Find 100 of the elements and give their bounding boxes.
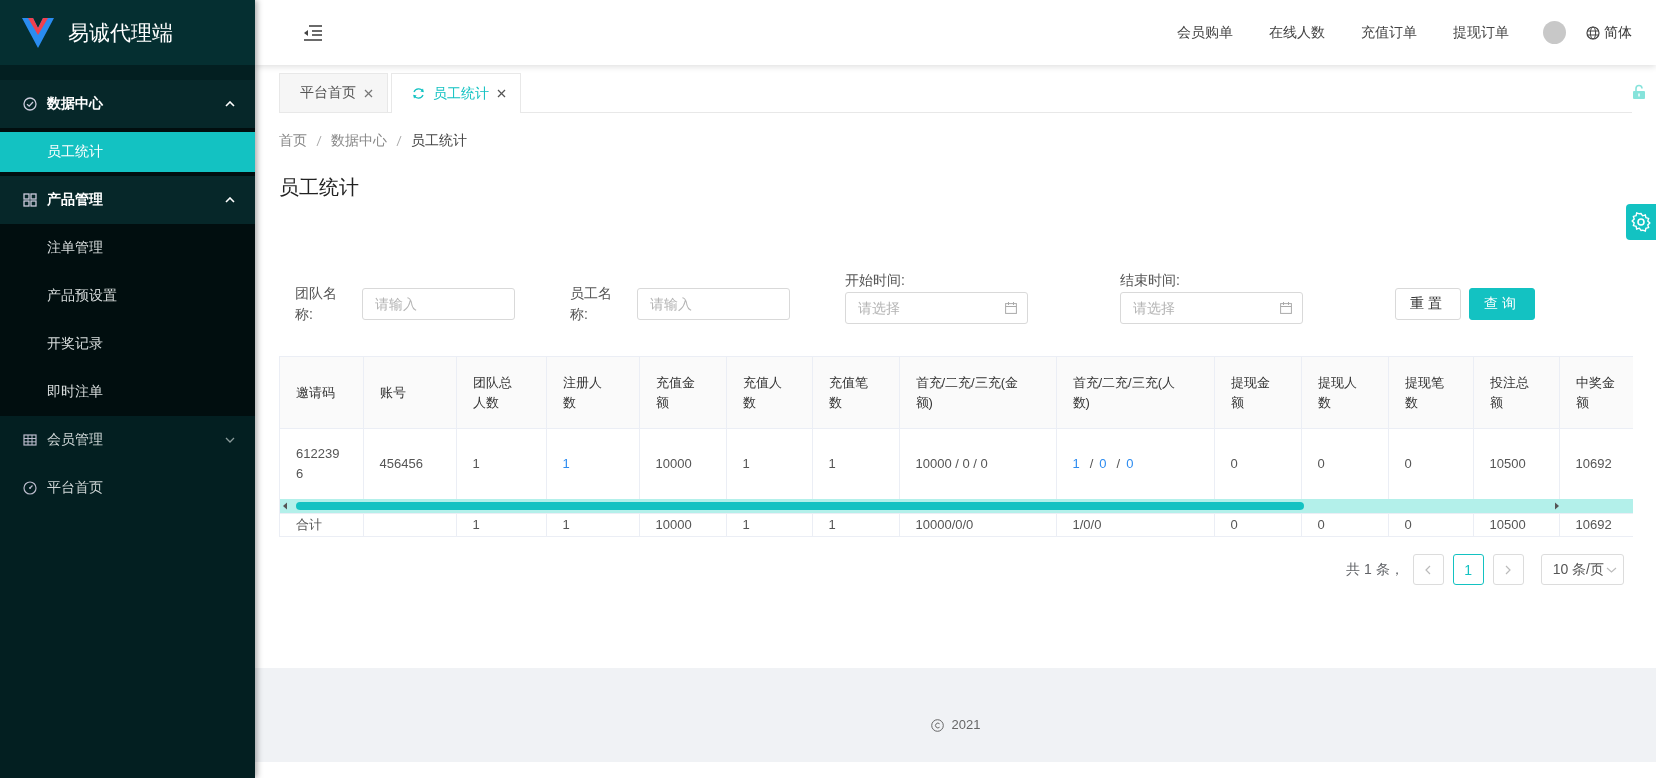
menu-group[interactable]: 平台首页 [0,464,255,512]
header-link[interactable]: 会员购单 [1159,23,1251,42]
column-header: 中奖金额 [1575,373,1616,412]
horizontal-scrollbar[interactable] [280,499,1633,513]
table-cell-text: 0 [1404,455,1412,473]
column-header: 充值人数 [742,373,783,412]
chevron-left-icon [1425,564,1432,575]
reset-button[interactable]: 重置 [1395,288,1461,320]
close-icon[interactable] [497,89,506,98]
column-header: 邀请码 [296,383,335,402]
column-header: 投注总额 [1489,373,1530,412]
summary-cell: 1 [726,513,812,536]
table-cell-text: 10500 [1489,455,1526,473]
field-label: 团队名称: [295,284,338,324]
field-label: 开始时间: [845,271,905,290]
separator: / [1089,456,1094,471]
breadcrumb-item: 员工统计 [411,132,467,150]
globe-icon [1586,25,1600,40]
slash-icon [396,135,402,147]
summary-cell: 1 [546,513,639,536]
summary-cell: 0 [1388,513,1473,536]
column-header: 充值笔数 [828,373,869,412]
summary-cell: 1 [456,513,546,536]
table-link[interactable]: 1 [1072,456,1080,471]
date-field[interactable]: 请选择 [1120,292,1303,324]
column-header: 账号 [379,383,406,402]
page-tab[interactable]: 平台首页 [279,73,388,112]
table-link[interactable]: 0 [1099,456,1107,471]
column-header: 提现人数 [1317,373,1358,412]
table-cell-text: 10692 [1575,455,1612,473]
chevron-down-icon [225,437,235,443]
table-cell-text: 1 [472,455,480,473]
column-header: 提现笔数 [1404,373,1445,412]
app-title: 易诚代理端 [68,19,173,46]
summary-label: 合计 [280,513,363,536]
logo-icon [22,17,54,48]
gauge-icon [23,481,37,495]
check-circle-icon [23,97,37,111]
menu-group[interactable]: 会员管理 [0,416,255,464]
calendar-icon [1280,302,1292,314]
table-cell-text: 1 [742,455,750,473]
page-size-select[interactable]: 10 条/页 [1540,554,1624,585]
copyright-icon [930,719,944,732]
menu-group[interactable]: 数据中心 [0,80,255,128]
column-header: 首充/二充/三充(金额) [915,373,1020,412]
header-link[interactable]: 提现订单 [1435,23,1527,42]
settings-button[interactable] [1626,204,1656,240]
settings-icon [1631,212,1651,232]
chevron-up-icon [225,197,235,203]
table-cell-text: 1 [828,455,836,473]
menu-item[interactable]: 注单管理 [0,228,255,268]
table-icon [23,433,37,447]
menu-item[interactable]: 即时注单 [0,372,255,412]
column-header: 首充/二充/三充(人数) [1072,373,1177,412]
column-header: 提现金额 [1230,373,1271,412]
grid-icon [23,193,37,207]
table-cell-text: 456456 [379,455,423,473]
table-cell-text: 0 [1317,455,1325,473]
summary-cell: 0 [1214,513,1301,536]
input-field[interactable]: 请输入 [362,288,515,320]
table-cell-text: 6122396 [296,445,341,483]
date-field[interactable]: 请选择 [845,292,1028,324]
header-link[interactable]: 充值订单 [1343,23,1435,42]
breadcrumb-item[interactable]: 数据中心 [331,132,387,150]
menu-fold-icon[interactable] [303,24,323,41]
slash-icon [316,135,322,147]
avatar[interactable] [1543,21,1566,44]
table-link[interactable]: 0 [1126,456,1134,471]
chevron-down-icon [1606,566,1617,573]
breadcrumb-item[interactable]: 首页 [279,132,307,150]
language-menu[interactable]: 简体 [1586,23,1632,42]
table-cell-text: 10000 / 0 / 0 [915,455,988,473]
total-count: 共 1 条， [1346,560,1404,579]
next-page-button[interactable] [1492,554,1524,585]
summary-cell: 1/0/0 [1056,513,1214,536]
table-cell-text: 10000 [655,455,692,473]
column-header: 注册人数 [562,373,603,412]
summary-cell: 10000/0/0 [899,513,1056,536]
separator: / [1116,456,1121,471]
menu-item[interactable]: 产品预设置 [0,276,255,316]
summary-cell: 10692 [1559,513,1633,536]
prev-page-button[interactable] [1412,554,1444,585]
input-field[interactable]: 请输入 [637,288,790,320]
column-header: 充值金额 [655,373,696,412]
page-title: 员工统计 [279,175,360,200]
menu-group[interactable]: 产品管理 [0,176,255,224]
table-cell-text: 0 [1230,455,1238,473]
summary-cell: 0 [1301,513,1388,536]
chevron-up-icon [225,101,235,107]
table-link[interactable]: 1 [562,456,570,471]
header-link[interactable]: 在线人数 [1251,23,1343,42]
unlock-icon[interactable] [1632,84,1646,100]
calendar-icon [1005,302,1017,314]
menu-item[interactable]: 开奖记录 [0,324,255,364]
close-icon[interactable] [364,88,373,98]
column-header: 团队总人数 [472,373,513,412]
copyright-year: 2021 [951,717,981,732]
summary-cell: 10500 [1473,513,1559,536]
chevron-right-icon [1505,564,1512,575]
field-label: 结束时间: [1120,271,1180,290]
